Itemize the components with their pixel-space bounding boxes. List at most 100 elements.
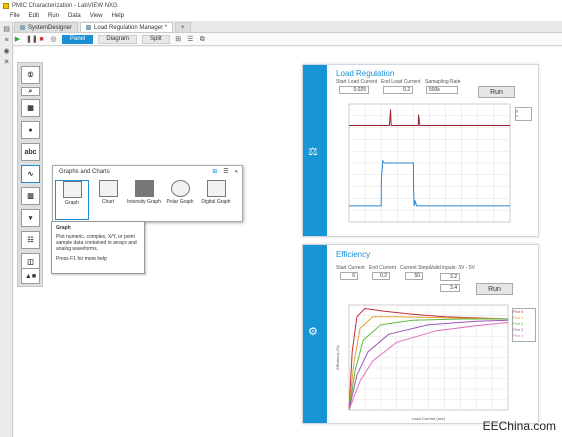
list-view-icon[interactable]: ☰ (223, 168, 228, 175)
tab-systemdesigner[interactable]: SystemDesigner (14, 22, 79, 32)
legend-entry: Plot 4 (513, 333, 524, 338)
sampling-rate-input[interactable]: 500k (426, 86, 458, 94)
load-run-button[interactable]: Run (478, 86, 515, 98)
flyout-item-graph[interactable]: Graph (55, 180, 89, 220)
menu-file[interactable]: File (10, 13, 20, 19)
decorations-icon: ▲■ (24, 272, 37, 280)
files-icon[interactable]: ▤ (3, 26, 10, 33)
window-title: PMIC Characterization - LabVIEW NXG (12, 2, 118, 9)
run-label: Run (490, 88, 503, 96)
start-current-label: Start Current (336, 265, 365, 271)
palette-search-item[interactable]: ⌕ (21, 87, 40, 96)
tab-label: Load Regulation Manager * (94, 24, 168, 31)
palette-numeric-item[interactable]: ① (21, 66, 40, 84)
flyout-header: Graphs and Charts ⊞ ☰ « (53, 166, 242, 177)
item-label: Polar Graph (166, 199, 194, 205)
load-legend: y x (515, 107, 532, 121)
tooltip-body: Plot numeric, complex, X/Y, or point sam… (56, 234, 137, 252)
palette-array-item[interactable]: ▥ (21, 187, 40, 205)
menu-data[interactable]: Data (68, 13, 81, 19)
document-tabs: SystemDesigner Load Regulation Manager *… (0, 21, 562, 33)
vin-min-input[interactable]: 3.2 (440, 273, 460, 281)
graph-icon (62, 181, 82, 198)
left-rail: ▤ ≡ ◉ ✕ (0, 22, 13, 437)
flyout-item-digital-graph[interactable]: Digital Graph (199, 180, 233, 220)
end-load-input[interactable]: 0.2 (383, 86, 413, 94)
end-load-label: End Load Current (381, 79, 421, 85)
run-label: Run (488, 285, 501, 293)
item-label: Chart (101, 199, 115, 205)
abort-icon[interactable]: ■ (38, 36, 45, 43)
polar-graph-icon (170, 180, 190, 197)
item-label: Graph (65, 200, 79, 206)
efficiency-title: Efficiency (336, 250, 371, 259)
end-current-input[interactable]: 0.2 (372, 272, 390, 280)
panel-accent-bar: ⚖ (303, 65, 327, 236)
run-icon[interactable]: ▶ (14, 36, 21, 43)
current-steps-input[interactable]: 50 (405, 272, 423, 280)
palette-table-item[interactable]: ☷ (21, 231, 40, 249)
menu-help[interactable]: Help (112, 13, 124, 19)
io-icon: ◫ (27, 259, 34, 266)
string-label: abc (24, 148, 37, 156)
pause-icon[interactable]: ❚❚ (26, 36, 38, 43)
flyout-item-intensity-graph[interactable]: Intensity Graph (127, 180, 161, 220)
distribute-icon[interactable]: ☰ (187, 36, 194, 43)
search-icon: ⌕ (28, 87, 33, 95)
numeric-icon: ① (27, 72, 34, 79)
tooltip-title: Graph (56, 225, 71, 231)
diagram-label: Diagram (106, 36, 130, 42)
palette-boolean-item[interactable]: ▦ (21, 99, 40, 117)
table-icon: ☷ (27, 237, 34, 244)
current-steps-label: Current Steps (400, 265, 431, 271)
palette-led-item[interactable]: ● (21, 121, 40, 139)
load-regulation-panel: ⚖ Load Regulation Start Load Current End… (302, 64, 539, 237)
panel-view-button[interactable]: Panel (62, 34, 94, 44)
led-icon: ● (28, 126, 33, 134)
watermark: EEChina.com (482, 419, 556, 433)
efficiency-run-button[interactable]: Run (476, 283, 513, 295)
menu-run[interactable]: Run (48, 13, 59, 19)
tab-load-regulation[interactable]: Load Regulation Manager * (80, 22, 174, 32)
controls-palette: ① ⌕ ▦ ● abc ∿ ▥ ▾ ☷ ◫ ▲■ (17, 62, 43, 287)
ring-icon: ▾ (28, 215, 33, 222)
highlight-icon[interactable]: ◎ (50, 36, 57, 43)
split-view-button[interactable]: Split (142, 34, 170, 44)
vi-icon (86, 25, 92, 30)
align-icon[interactable]: ⊞ (175, 36, 182, 43)
array-icon: ▥ (27, 193, 34, 200)
systemdesigner-icon (20, 25, 25, 30)
legend-list: Plot 0 Plot 1 Plot 2 Plot 3 Plot 4 (513, 309, 535, 339)
efficiency-legend: Plot 0 Plot 1 Plot 2 Plot 3 Plot 4 (512, 308, 536, 342)
palette-graph-item[interactable]: ∿ (21, 165, 40, 183)
item-label: Intensity Graph (127, 199, 161, 205)
flyout-item-chart[interactable]: Chart (91, 180, 125, 220)
start-load-input[interactable]: 0.025 (339, 86, 369, 94)
diagram-view-button[interactable]: Diagram (98, 34, 138, 44)
panel-accent-bar: ⚙ (303, 245, 327, 423)
digital-graph-icon (206, 180, 226, 197)
list-icon[interactable]: ≡ (3, 37, 10, 44)
flyout-title: Graphs and Charts (59, 168, 110, 175)
tools-icon[interactable]: ✕ (3, 59, 10, 66)
palette-ring-item[interactable]: ▾ (21, 209, 40, 227)
item-label: Digital Graph (201, 199, 231, 205)
palette-decorations-item[interactable]: ▲■ (21, 268, 40, 284)
flyout-item-polar-graph[interactable]: Polar Graph (163, 180, 197, 220)
efficiency-graph[interactable]: Load Current (mA) Efficiency (%) (333, 302, 511, 422)
grid-view-icon[interactable]: ⊞ (212, 168, 217, 175)
hardware-icon[interactable]: ◉ (3, 48, 10, 55)
intensity-graph-icon (134, 180, 154, 197)
palette-string-item[interactable]: abc (21, 143, 40, 161)
title-bar: PMIC Characterization - LabVIEW NXG (0, 0, 562, 11)
order-icon[interactable]: ⧉ (199, 36, 206, 43)
load-regulation-graph[interactable] (333, 101, 513, 234)
new-tab-button[interactable]: + (175, 22, 191, 32)
menu-view[interactable]: View (90, 13, 103, 19)
boolean-icon: ▦ (27, 105, 34, 112)
menu-edit[interactable]: Edit (29, 13, 39, 19)
start-current-input[interactable]: 0 (340, 272, 358, 280)
add-icon: + (181, 24, 185, 31)
vin-max-input[interactable]: 3.4 (440, 284, 460, 292)
collapse-icon[interactable]: « (235, 169, 238, 175)
